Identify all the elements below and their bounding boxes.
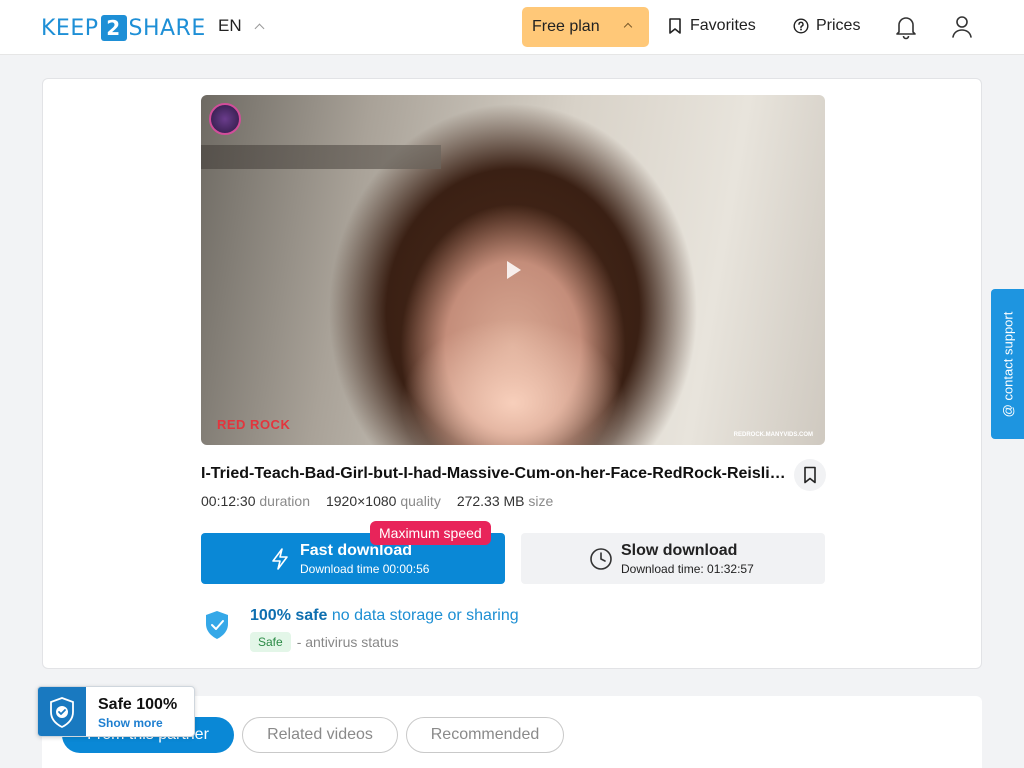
bell-icon[interactable]: [894, 14, 918, 40]
chevron-up-icon: [623, 22, 633, 32]
channel-logo: [209, 103, 241, 135]
safety-headline-bold: 100% safe: [250, 607, 328, 624]
bookmark-icon: [804, 466, 816, 484]
antivirus-status: Safe - antivirus status: [250, 632, 399, 652]
safety-headline: 100% safe no data storage or sharing: [250, 607, 519, 625]
video-preview[interactable]: RED ROCK REDROCK.MANYVIDS.COM: [201, 95, 825, 445]
prices-link[interactable]: Prices: [793, 17, 860, 35]
file-card: RED ROCK REDROCK.MANYVIDS.COM I-Tried-Te…: [42, 78, 982, 669]
help-circle-icon: [793, 18, 809, 34]
contact-support-label: @ contact support: [1000, 311, 1016, 417]
file-duration: 00:12:30 duration: [201, 493, 310, 509]
file-meta: 00:12:30 duration 1920×1080 quality 272.…: [201, 493, 553, 509]
lightning-icon: [272, 548, 288, 570]
logo-text-share: SHARE: [128, 15, 206, 41]
language-label: EN: [218, 16, 242, 35]
keep2share-logo[interactable]: KEEP 2 SHARE: [41, 15, 206, 41]
tab-recommended[interactable]: Recommended: [406, 717, 564, 753]
safety-headline-rest: no data storage or sharing: [327, 607, 519, 624]
duration-label: duration: [259, 493, 310, 509]
user-icon[interactable]: [950, 14, 974, 40]
logo-text-keep: KEEP: [41, 15, 99, 41]
video-background-shelf: [201, 145, 441, 169]
prices-label: Prices: [816, 17, 861, 34]
free-plan-button[interactable]: Free plan: [522, 7, 649, 47]
tab-related-videos[interactable]: Related videos: [242, 717, 398, 753]
bookmark-icon: [669, 18, 681, 34]
favorites-link[interactable]: Favorites: [668, 17, 756, 35]
slow-download-time: Download time: 01:32:57: [621, 562, 754, 576]
play-icon[interactable]: [507, 261, 521, 279]
slow-download-button[interactable]: Slow download Download time: 01:32:57: [521, 533, 825, 584]
safe-badge: Safe: [250, 632, 291, 652]
language-selector[interactable]: EN: [218, 16, 265, 36]
clock-icon: [590, 548, 612, 570]
file-quality: 1920×1080 quality: [326, 493, 441, 509]
free-plan-label: Free plan: [532, 18, 600, 35]
file-size: 272.33 MB size: [457, 493, 554, 509]
video-watermark-right: REDROCK.MANYVIDS.COM: [733, 432, 813, 438]
shield-check-icon: [206, 611, 228, 639]
quality-label: quality: [400, 493, 441, 509]
add-favorite-button[interactable]: [794, 459, 826, 491]
logo-text-2: 2: [100, 15, 127, 41]
shield-check-icon: [50, 696, 74, 728]
safe-widget-title: Safe 100%: [98, 696, 178, 713]
video-watermark-left: RED ROCK: [217, 417, 291, 432]
safe-widget[interactable]: Safe 100% Show more: [37, 686, 195, 737]
slow-download-label: Slow download: [621, 542, 738, 559]
quality-value: 1920×1080: [325, 493, 397, 509]
size-label: size: [528, 493, 554, 509]
maximum-speed-badge: Maximum speed: [370, 521, 491, 545]
favorites-label: Favorites: [690, 17, 756, 34]
contact-support-tab[interactable]: @ contact support: [991, 289, 1024, 439]
duration-value: 00:12:30: [201, 493, 256, 509]
top-header: KEEP 2 SHARE EN Free plan Favorites Pric…: [0, 0, 1024, 55]
file-title: I-Tried-Teach-Bad-Girl-but-I-had-Massive…: [201, 465, 791, 482]
fast-download-time: Download time 00:00:56: [300, 562, 430, 576]
chevron-up-icon: [254, 23, 265, 33]
antivirus-status-text: - antivirus status: [296, 634, 399, 650]
safe-widget-link[interactable]: Show more: [98, 716, 163, 730]
safe-widget-icon-panel: [38, 687, 86, 736]
size-value: 272.33 MB: [456, 493, 525, 509]
